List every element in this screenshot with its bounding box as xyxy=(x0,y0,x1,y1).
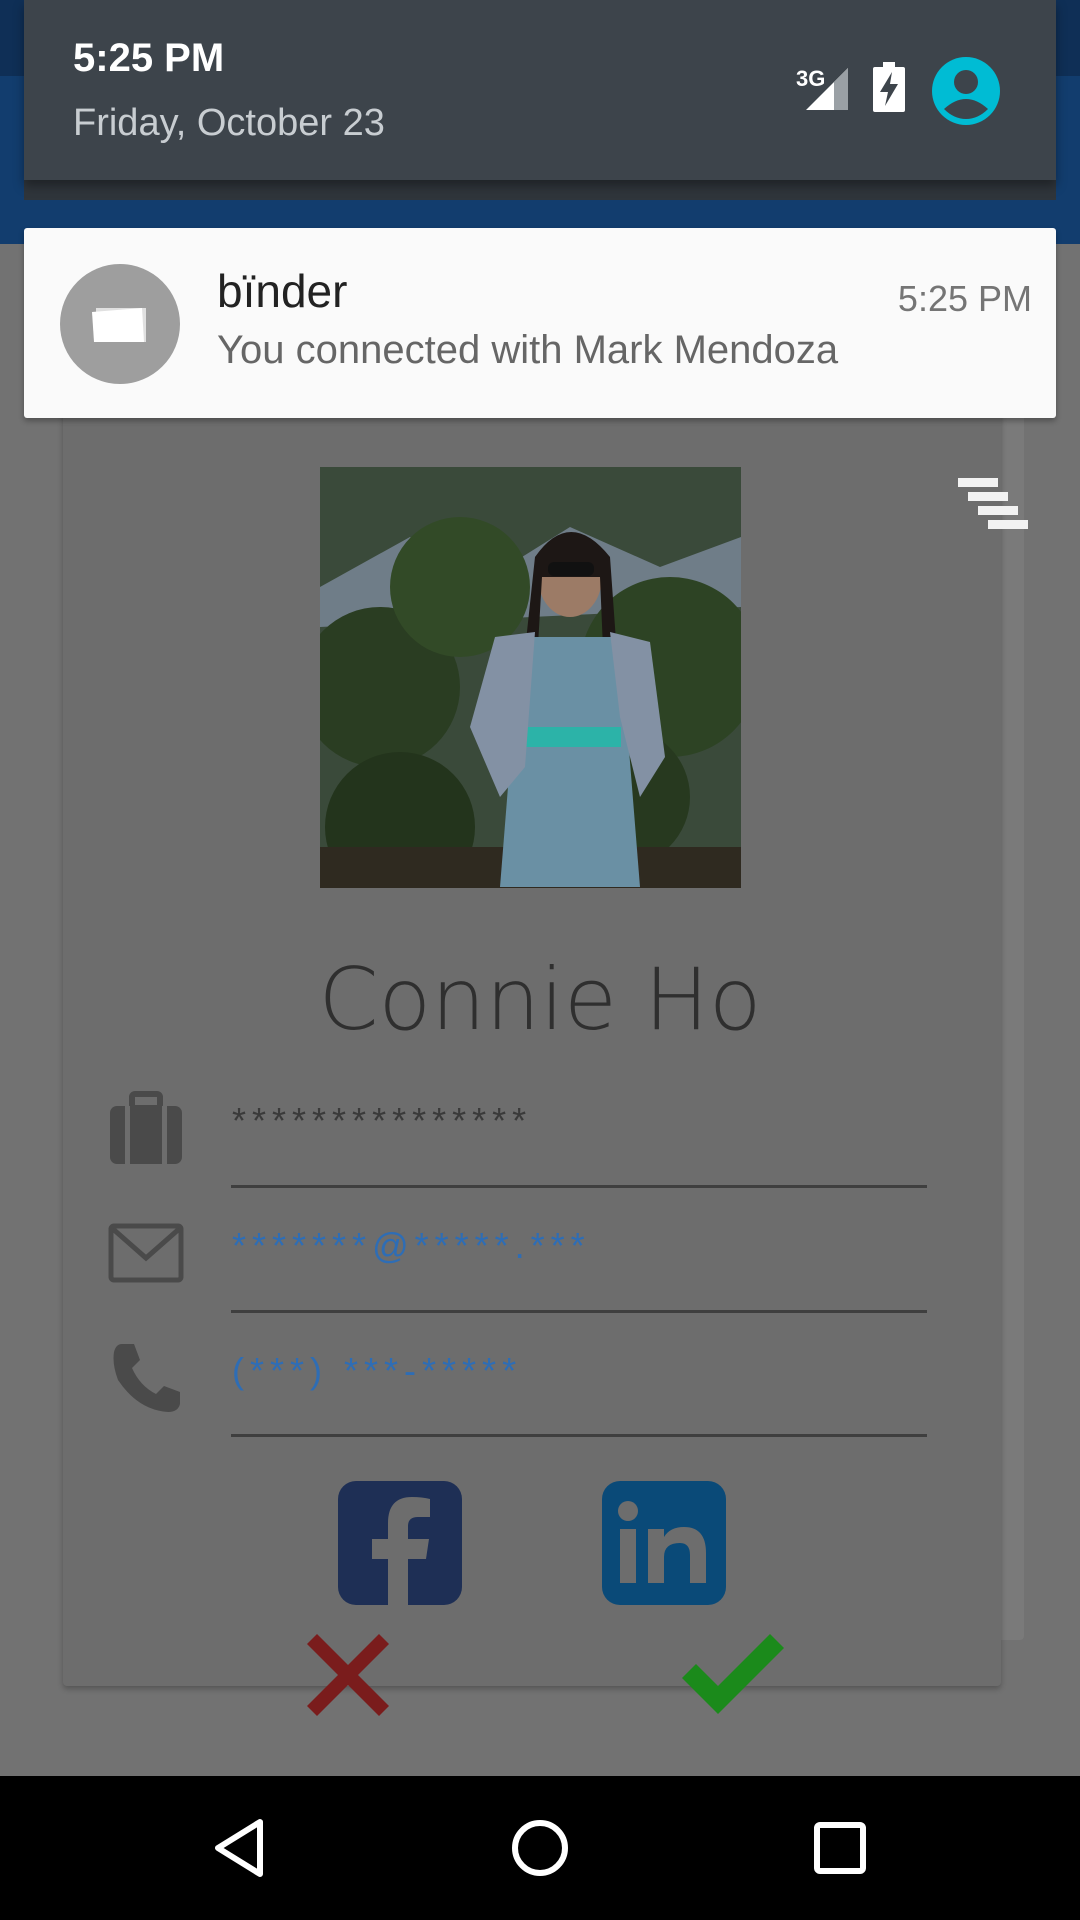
account-icon[interactable] xyxy=(932,57,1000,125)
navigation-bar xyxy=(0,1776,1080,1920)
notification-message: You connected with Mark Mendoza xyxy=(217,328,839,372)
company-underline xyxy=(231,1185,927,1188)
profile-photo xyxy=(320,467,741,888)
clock-date: Friday, October 23 xyxy=(73,102,385,144)
notification-card[interactable]: bïnder You connected with Mark Mendoza 5… xyxy=(24,228,1056,418)
notification-app-name: bïnder xyxy=(217,265,348,317)
notification-time: 5:25 PM xyxy=(897,278,1032,319)
cards-icon xyxy=(60,264,180,384)
linkedin-icon[interactable] xyxy=(602,1481,726,1605)
accept-icon[interactable] xyxy=(678,1628,788,1718)
phone-underline xyxy=(231,1434,927,1437)
clock-time: 5:25 PM xyxy=(73,36,225,80)
notification-shade-header: 5:25 PM Friday, October 23 3G xyxy=(24,0,1056,180)
company-field: *************** xyxy=(232,1100,533,1141)
battery-charging-icon xyxy=(873,62,905,112)
phone-field: (***) ***-***** xyxy=(232,1350,523,1391)
back-icon[interactable] xyxy=(208,1816,272,1880)
screen: Connie Ho *************** *******@*****.… xyxy=(0,0,1080,1920)
email-icon xyxy=(108,1223,184,1283)
email-underline xyxy=(231,1310,927,1313)
phone-icon xyxy=(113,1344,180,1412)
signal-icon xyxy=(806,68,848,110)
facebook-icon[interactable] xyxy=(338,1481,462,1605)
email-field: *******@*****.*** xyxy=(232,1225,591,1266)
contact-name: Connie Ho xyxy=(318,950,762,1050)
reject-icon[interactable] xyxy=(303,1630,393,1720)
menu-icon[interactable] xyxy=(958,478,1030,532)
recents-icon[interactable] xyxy=(808,1816,872,1880)
briefcase-icon xyxy=(110,1091,182,1164)
home-icon[interactable] xyxy=(508,1816,572,1880)
